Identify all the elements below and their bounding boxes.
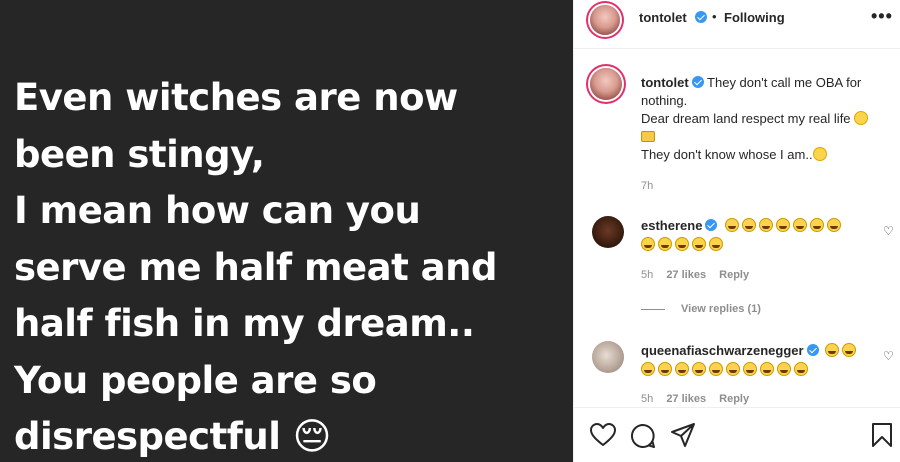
laughing-emoji-icon [777, 362, 791, 376]
comment-body: estherene [641, 216, 871, 254]
author-avatar[interactable] [590, 5, 620, 35]
commenter-avatar[interactable] [592, 216, 624, 248]
laughing-emoji-icon [641, 362, 655, 376]
post-image: Even witches are now been stingy, I mean… [0, 0, 573, 462]
post-text: Even witches are now been stingy, I mean… [14, 70, 564, 462]
post-header: tontolet • Following ••• [574, 0, 900, 49]
comment-meta: 5h 27 likes Reply [641, 393, 759, 405]
comment-time[interactable]: 5h [641, 269, 653, 281]
post-line: serve me half meat and [14, 245, 497, 289]
verified-badge-icon [691, 76, 704, 88]
caption-line-2: Dear dream land respect my real life [641, 111, 851, 126]
comment-likes[interactable]: 27 likes [666, 269, 706, 281]
bookmark-icon[interactable] [871, 422, 893, 448]
verified-badge-icon [695, 11, 707, 23]
caption-line-3: They don't know whose I am.. [641, 147, 813, 162]
laughing-emoji-icon [793, 218, 808, 232]
post-line: You people are so [14, 358, 377, 402]
laughing-emoji-icon [810, 218, 825, 232]
comment-like-heart-icon[interactable]: ♡ [883, 349, 894, 363]
comment-meta: 5h 27 likes Reply [641, 269, 759, 281]
verified-badge-icon [705, 219, 718, 231]
laughing-emoji-icon [692, 237, 706, 251]
laughing-emoji-icon [658, 237, 672, 251]
comment-likes[interactable]: 27 likes [666, 393, 706, 405]
comment-body: queenafiaschwarzenegger [641, 341, 871, 379]
comment-time[interactable]: 5h [641, 393, 653, 405]
laughing-emoji-icon [675, 237, 689, 251]
commenter-username[interactable]: queenafiaschwarzenegger [641, 343, 804, 358]
post-line: Even witches are now [14, 76, 458, 119]
post-actions-bar [574, 407, 900, 462]
laughing-emoji-icon [794, 362, 808, 376]
laughing-emoji-icon [759, 218, 774, 232]
laughing-emoji-icon [692, 362, 706, 376]
view-replies[interactable]: View replies (1) [641, 303, 761, 315]
caption-text: tontolet They don't call me OBA for noth… [641, 74, 886, 164]
share-icon[interactable] [670, 422, 696, 448]
flushed-face-icon [812, 147, 827, 161]
laughing-emoji-icon [743, 362, 757, 376]
post-line-text: disrespectful [14, 415, 281, 458]
verified-badge-icon [806, 344, 819, 356]
laughing-emoji-icon [742, 218, 757, 232]
post-line: been stingy, [14, 132, 265, 176]
separator-dot: • [712, 9, 717, 24]
pensive-emoji: 😔 [292, 415, 332, 458]
caption-time[interactable]: 7h [641, 180, 653, 192]
laughing-emoji-icon [776, 218, 791, 232]
more-options-icon[interactable]: ••• [871, 6, 893, 27]
laughing-emoji-icon [760, 362, 774, 376]
following-button[interactable]: Following [724, 10, 785, 25]
laughing-emoji-icon [842, 343, 857, 357]
author-username[interactable]: tontolet [639, 10, 687, 25]
comment-icon[interactable] [630, 423, 656, 449]
caption-username[interactable]: tontolet [641, 75, 689, 90]
upside-down-face-icon [854, 111, 869, 125]
comment-like-heart-icon[interactable]: ♡ [883, 224, 894, 238]
post-line: half fish in my dream.. [14, 302, 475, 345]
post-line: I mean how can you [14, 189, 421, 232]
reply-button[interactable]: Reply [719, 393, 749, 405]
heart-icon[interactable] [590, 423, 616, 447]
laughing-emoji-icon [658, 362, 672, 376]
commenter-username[interactable]: estherene [641, 218, 702, 233]
post-line-last: disrespectful 😔 [14, 409, 564, 462]
caption-avatar[interactable] [590, 68, 622, 100]
laughing-emoji-icon [675, 362, 689, 376]
laughing-emoji-icon [725, 218, 740, 232]
laughing-emoji-icon [709, 237, 723, 251]
laughing-emoji-icon [827, 218, 842, 232]
laughing-emoji-icon [825, 343, 840, 357]
laughing-emoji-icon [726, 362, 740, 376]
view-replies-label[interactable]: View replies (1) [681, 303, 761, 315]
crown-icon [641, 131, 655, 142]
laughing-emoji-icon [641, 237, 655, 251]
laughing-emoji-icon [709, 362, 723, 376]
post-side-panel: tontolet • Following ••• tontolet They d… [573, 0, 900, 462]
commenter-avatar[interactable] [592, 341, 624, 373]
replies-divider [641, 308, 665, 310]
reply-button[interactable]: Reply [719, 269, 749, 281]
